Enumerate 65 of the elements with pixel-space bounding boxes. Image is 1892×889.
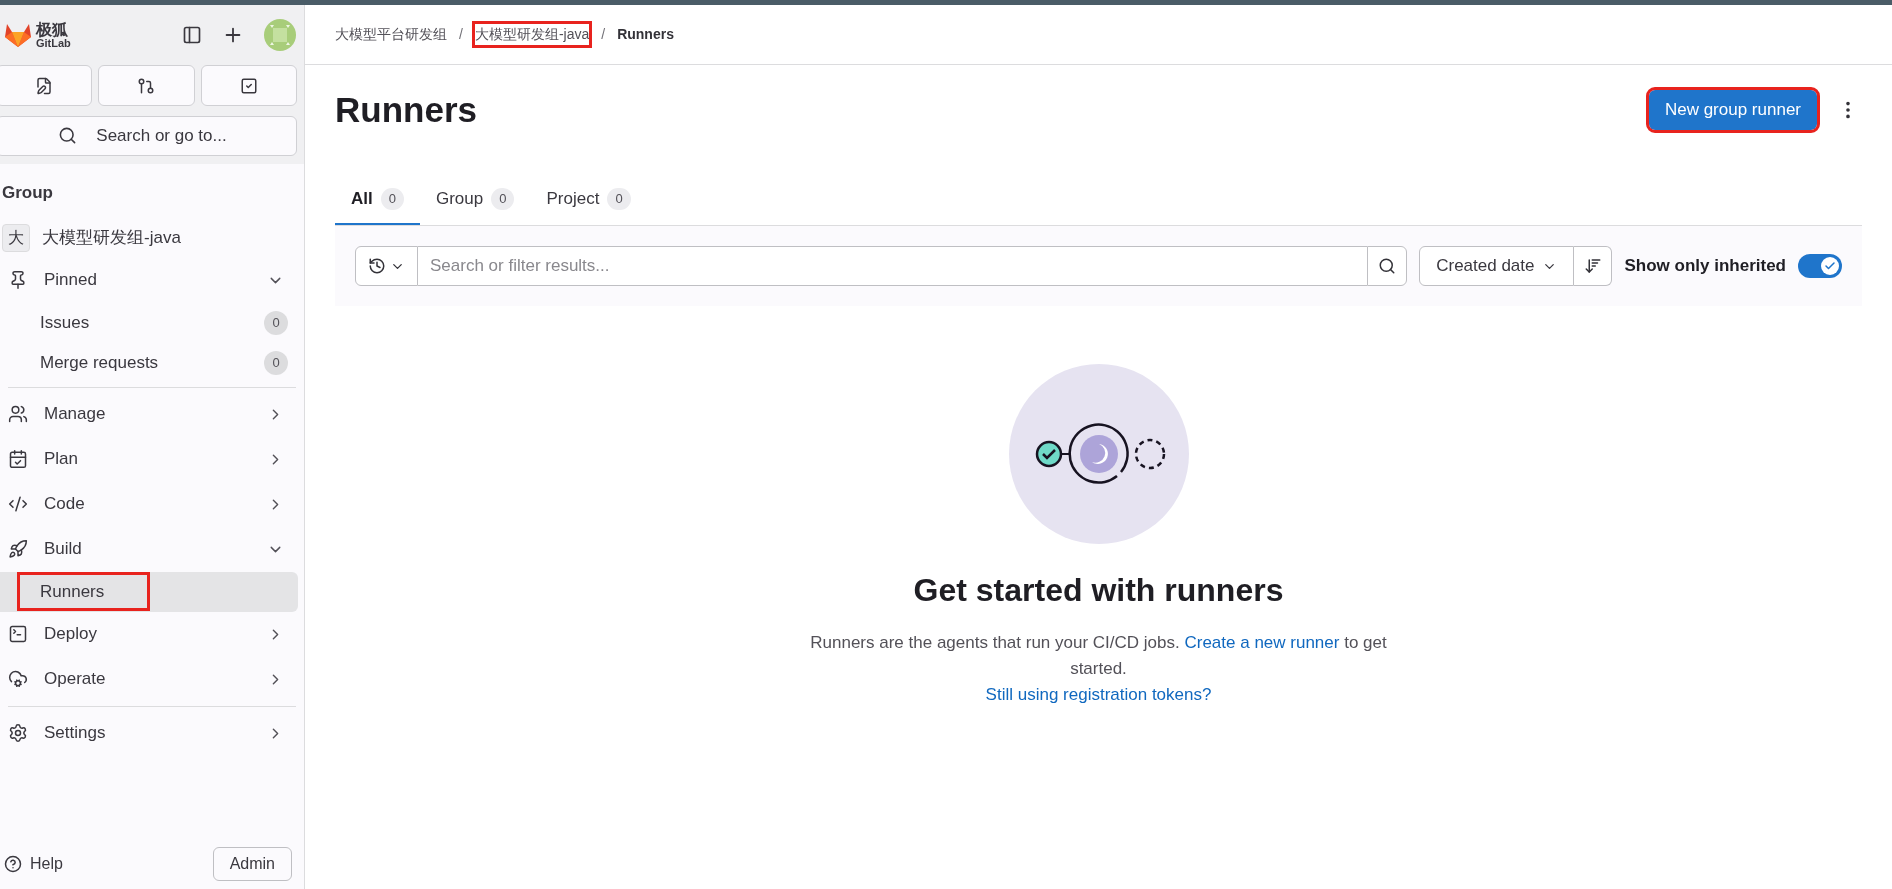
nav-section[interactable]: Code bbox=[0, 481, 304, 527]
nav-item[interactable]: Issues 0 bbox=[0, 302, 298, 343]
context-label: Group bbox=[1, 182, 54, 204]
brand-subtitle: GitLab bbox=[36, 37, 71, 49]
toggle-switch[interactable] bbox=[1798, 254, 1842, 278]
help-icon bbox=[4, 855, 22, 873]
breadcrumb-separator: / bbox=[459, 25, 463, 44]
filter-field[interactable]: Search or filter results... bbox=[418, 246, 1368, 286]
help-button[interactable]: Help bbox=[4, 852, 63, 876]
history-dropdown[interactable] bbox=[355, 246, 418, 286]
nav-section[interactable]: Plan bbox=[0, 436, 304, 482]
shortcut-button[interactable] bbox=[200, 65, 297, 106]
tab[interactable]: Group 0 bbox=[419, 175, 531, 225]
count-badge: 0 bbox=[607, 188, 631, 210]
search-icon bbox=[1378, 257, 1397, 275]
nav-icon bbox=[8, 624, 28, 644]
breadcrumb-link[interactable]: Runners bbox=[617, 24, 674, 45]
new-runner-button[interactable]: New group runner bbox=[1648, 90, 1817, 130]
count-badge: 0 bbox=[264, 350, 288, 375]
page-title: Runners bbox=[335, 88, 477, 131]
issues-icon bbox=[35, 76, 54, 95]
nav-section[interactable]: Settings bbox=[0, 710, 304, 756]
nav-section[interactable]: Operate bbox=[0, 656, 304, 702]
shortcut-button[interactable] bbox=[0, 65, 93, 106]
count-badge: 0 bbox=[380, 188, 404, 210]
fox-logo-icon bbox=[4, 22, 32, 48]
nav-item[interactable]: Merge requests 0 bbox=[0, 342, 298, 383]
empty-state-title: Get started with runners bbox=[913, 571, 1284, 610]
todo-icon bbox=[239, 76, 258, 95]
sidebar-toggle-icon[interactable] bbox=[182, 25, 202, 45]
breadcrumb-separator: / bbox=[601, 25, 606, 44]
search-field[interactable]: Search or go to... bbox=[0, 116, 297, 156]
empty-state-description: Runners are the agents that run your CI/CD jobs. Create a new runner to get started. bbox=[809, 632, 1388, 680]
brand-name: 极狐 bbox=[36, 21, 68, 38]
count-badge: 0 bbox=[264, 310, 288, 335]
nav-section[interactable]: Manage bbox=[0, 391, 304, 437]
search-button[interactable] bbox=[1367, 246, 1408, 286]
create-runner-link[interactable]: Create a new runner bbox=[1184, 633, 1340, 652]
sort-descending-icon bbox=[1584, 257, 1602, 275]
group-link[interactable]: 大 大模型研发组-java bbox=[0, 217, 304, 258]
toggle-label: Show only inherited bbox=[1624, 255, 1786, 278]
nav-section[interactable]: Pinned bbox=[0, 257, 304, 303]
nav-icon bbox=[8, 723, 28, 743]
nav-icon bbox=[8, 449, 28, 469]
nav-section[interactable]: Deploy bbox=[0, 611, 304, 657]
check-icon bbox=[1824, 260, 1836, 272]
nav-icon bbox=[8, 539, 28, 559]
nav-icon bbox=[8, 669, 28, 689]
sort-dropdown[interactable]: Created date bbox=[1419, 246, 1575, 286]
merge-request-icon bbox=[137, 76, 156, 95]
nav-icon bbox=[8, 404, 28, 424]
nav-section[interactable]: Build bbox=[0, 526, 304, 572]
search-icon bbox=[58, 126, 77, 145]
history-icon bbox=[368, 257, 386, 275]
nav-icon bbox=[8, 270, 28, 290]
nav-icon bbox=[8, 494, 28, 514]
nav-item[interactable]: Runners bbox=[0, 571, 298, 612]
breadcrumb-link[interactable]: 大模型平台研发组 bbox=[335, 24, 447, 45]
registration-tokens-link[interactable]: Still using registration tokens? bbox=[985, 682, 1212, 708]
tab[interactable]: Project 0 bbox=[530, 175, 647, 225]
admin-button[interactable]: Admin bbox=[212, 847, 292, 881]
count-badge: 0 bbox=[491, 188, 515, 210]
group-avatar: 大 bbox=[2, 223, 30, 252]
sort-direction-button[interactable] bbox=[1574, 246, 1613, 286]
breadcrumb-link[interactable]: 大模型研发组-java bbox=[474, 24, 590, 45]
